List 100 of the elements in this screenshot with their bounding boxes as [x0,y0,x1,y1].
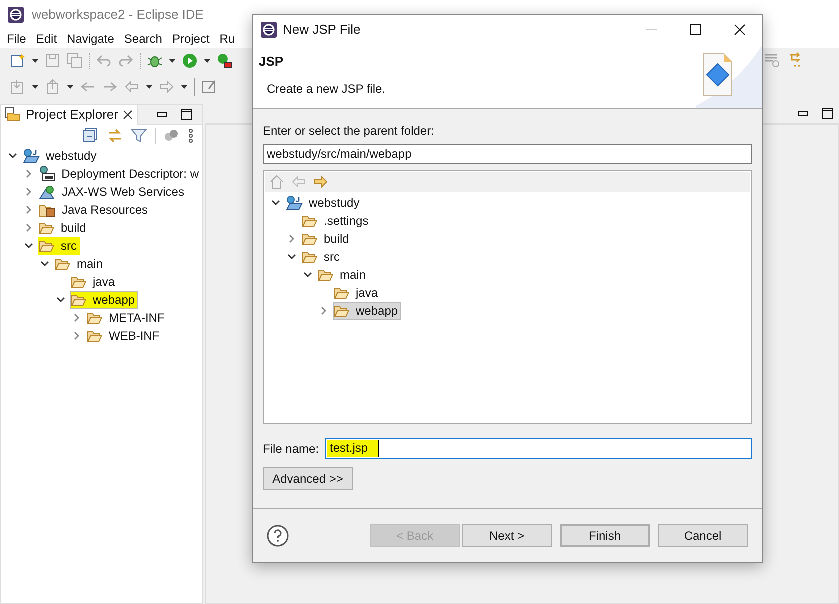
project-icon [23,148,40,164]
dropdown-arrow-icon[interactable] [204,59,211,63]
tree-item[interactable]: webstudy [22,147,100,165]
folder-icon [302,214,318,228]
collapse-all-icon[interactable] [83,128,99,144]
file-name-label: File name: [263,440,320,458]
page-description: Create a new JSP file. [266,80,386,98]
forward-arrow-icon[interactable] [313,174,329,190]
window-title: webworkspace2 - Eclipse IDE [32,6,204,24]
tree-item[interactable]: java [70,273,118,291]
chevron-right-icon[interactable] [24,169,34,179]
folder-icon [87,312,103,324]
maximize-icon[interactable] [822,108,833,119]
dropdown-arrow-icon[interactable] [67,85,74,89]
dropdown-arrow-icon[interactable] [169,59,176,63]
project-icon [286,196,303,210]
home-icon[interactable] [269,174,285,190]
web-services-icon [39,184,56,200]
tree-item[interactable]: webapp [333,302,402,320]
edit-icon[interactable] [201,79,217,95]
run-server-icon[interactable] [217,53,233,69]
save-all-icon[interactable] [67,53,83,69]
dropdown-arrow-icon[interactable] [32,59,39,63]
close-icon[interactable] [123,110,134,120]
tree-item[interactable]: src [301,248,343,266]
app-logo-icon [8,7,24,23]
dialog-title: New JSP File [283,20,362,39]
maximize-icon[interactable] [181,109,192,120]
chevron-down-icon[interactable] [8,151,18,161]
folder-icon [302,250,318,264]
explorer-tab[interactable]: Project Explorer [1,105,138,124]
tree-item[interactable]: main [54,255,106,273]
menu-item[interactable]: Project [172,30,210,48]
descriptor-icon [38,166,56,182]
menu-item[interactable]: Edit [36,30,58,48]
save-icon[interactable] [45,53,61,69]
menu-item[interactable]: File [7,30,26,48]
parent-folder-field[interactable]: webstudy/src/main/webapp [263,144,752,164]
file-name-field[interactable]: test.jsp [325,438,752,459]
menu-item[interactable]: Navigate [67,30,114,48]
tree-item[interactable]: main [317,266,370,284]
kebab-menu-icon[interactable] [188,128,194,144]
dropdown-arrow-icon[interactable] [146,85,153,89]
tree-item[interactable]: build [301,230,352,248]
folder-icon [318,268,334,282]
close-icon[interactable] [734,24,746,36]
grouping-icon[interactable] [164,128,180,144]
export-icon[interactable] [45,79,61,95]
folder-icon [39,222,55,234]
tree-item[interactable]: WEB-INF [86,327,163,345]
folder-icon [39,240,55,252]
dialog-button[interactable]: Next > [462,524,552,547]
run-icon[interactable] [182,53,198,69]
minimize-icon[interactable] [798,111,808,116]
tree-item[interactable]: java [333,284,382,302]
import-icon[interactable] [10,79,26,95]
dropdown-arrow-icon[interactable] [181,85,188,89]
tree-item[interactable]: Deployment Descriptor: w [38,165,202,183]
tree-item[interactable]: webapp [70,291,138,309]
chevron-down-icon[interactable] [56,295,66,305]
parent-folder-label: Enter or select the parent folder: [263,123,436,140]
tree-item[interactable]: webstudy [285,194,363,212]
new-file-icon[interactable] [10,53,26,69]
tree-item[interactable]: .settings [301,212,372,230]
maximize-icon[interactable] [690,24,701,35]
page-heading: JSP [259,53,285,71]
chevron-down-icon[interactable] [271,198,281,208]
folder-icon [87,330,103,342]
dialog-button[interactable]: Finish [560,524,650,547]
back-arrow-icon[interactable] [124,79,140,95]
tree-item[interactable]: src [38,237,80,255]
forward-arrow-icon[interactable] [159,79,175,95]
tree-item[interactable]: JAX-WS Web Services [38,183,188,201]
filter-icon[interactable] [131,128,147,144]
tree-item[interactable]: build [38,219,90,237]
help-icon[interactable] [267,524,289,546]
minimize-icon[interactable] [157,112,167,117]
link-icon[interactable] [107,128,123,144]
app-logo-icon [261,22,277,38]
dialog-button[interactable]: Cancel [658,524,748,547]
menu-item[interactable]: Search [124,30,162,48]
redo-icon[interactable] [118,53,134,69]
folder-icon [334,286,350,300]
java-resources-icon [39,202,56,218]
tree-item[interactable]: META-INF [86,309,168,327]
undo-icon[interactable] [96,53,112,69]
folder-icon [55,258,71,270]
folder-icon [71,294,87,306]
menu-item[interactable]: Ru [220,30,236,48]
folder-icon [334,304,350,318]
folder-icon [71,276,87,288]
dropdown-arrow-icon[interactable] [32,85,39,89]
file-name-value: test.jsp [327,440,380,457]
chevron-right-icon[interactable] [319,306,329,316]
chevron-right-icon[interactable] [287,234,297,244]
advanced-button[interactable]: Advanced >> [263,467,353,490]
explorer-icon [5,107,21,122]
folder-icon [302,232,318,246]
tree-item[interactable]: Java Resources [38,201,152,219]
list-icon[interactable] [764,52,780,68]
